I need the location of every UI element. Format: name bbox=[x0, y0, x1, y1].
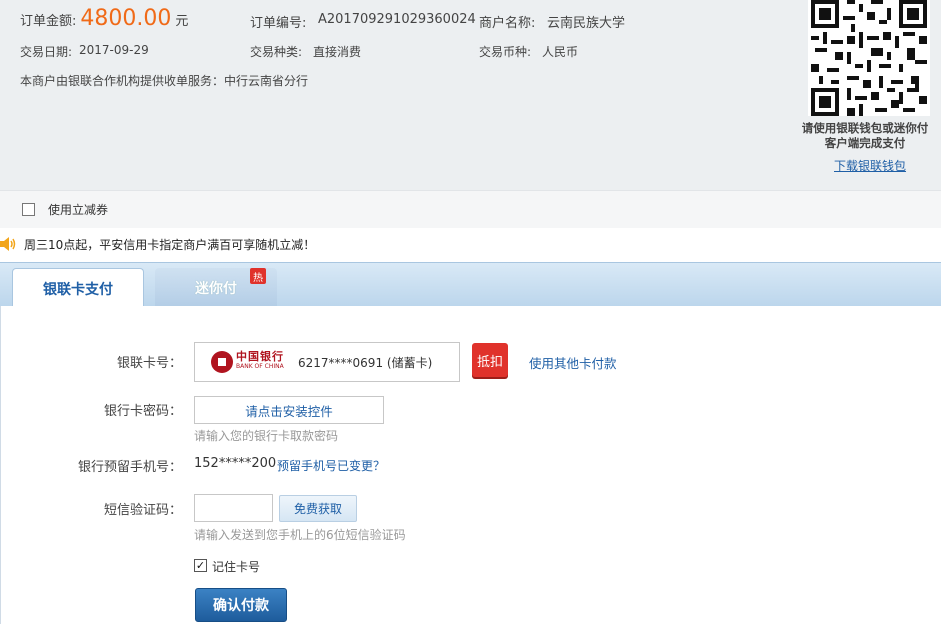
bank-name-cn: 中国银行 bbox=[236, 350, 284, 363]
remember-card-checkbox[interactable]: ✓ bbox=[194, 559, 207, 572]
download-wallet-link[interactable]: 下载银联钱包 bbox=[834, 157, 906, 174]
order-summary-panel: 订单金额: 4800.00 元 订单编号: A20170929102936002… bbox=[0, 0, 941, 190]
order-amount-unit: 元 bbox=[175, 14, 189, 29]
get-sms-code-button[interactable]: 免费获取 bbox=[279, 495, 357, 522]
sms-code-label: 短信验证码： bbox=[103, 503, 182, 518]
trade-type-label: 交易种类: bbox=[250, 45, 303, 59]
acquirer-note: 本商户由银联合作机构提供收单服务：中行云南省分行 bbox=[20, 74, 309, 88]
bank-logo-icon bbox=[211, 351, 233, 373]
password-label: 银行卡密码： bbox=[103, 404, 182, 419]
merchant-value: 云南民族大学 bbox=[547, 16, 626, 31]
install-plugin-button[interactable]: 请点击安装控件 bbox=[194, 396, 384, 424]
order-amount-value: 4800.00 bbox=[80, 6, 172, 31]
phone-changed-link[interactable]: 预留手机号已变更？ bbox=[277, 457, 385, 474]
qr-caption: 请使用银联钱包或迷你付客户端完成支付 bbox=[801, 121, 929, 150]
sms-code-hint: 请输入发送到您手机上的6位短信验证码 bbox=[194, 528, 406, 542]
coupon-label: 使用立减券 bbox=[48, 203, 109, 217]
order-number-value: A201709291029360024 bbox=[318, 12, 476, 27]
trade-type-value: 直接消费 bbox=[313, 45, 362, 59]
qr-code-icon bbox=[811, 0, 927, 116]
confirm-payment-button[interactable]: 确认付款 bbox=[195, 588, 287, 622]
remember-card-label: 记住卡号 bbox=[212, 560, 261, 574]
promo-text: 周三10点起，平安信用卡指定商户满百可享随机立减！ bbox=[24, 237, 316, 252]
use-other-card-link[interactable]: 使用其他卡付款 bbox=[529, 353, 617, 372]
card-number-value: 6217****0691 (储蓄卡) bbox=[298, 355, 433, 370]
qr-code bbox=[808, 0, 930, 116]
phone-label: 银行预留手机号： bbox=[77, 460, 182, 475]
merchant-label: 商户名称: bbox=[479, 16, 536, 31]
trade-currency-label: 交易币种: bbox=[479, 45, 532, 59]
password-hint: 请输入您的银行卡取款密码 bbox=[194, 429, 339, 443]
selected-card[interactable]: 中国银行 BANK OF CHINA 6217****0691 (储蓄卡) bbox=[194, 342, 460, 382]
phone-value: 152*****200 bbox=[194, 456, 277, 471]
order-amount: 订单金额: 4800.00 元 bbox=[20, 6, 188, 31]
order-amount-label: 订单金额: bbox=[20, 14, 77, 29]
bank-of-china-logo: 中国银行 BANK OF CHINA bbox=[211, 351, 284, 373]
bank-name-en: BANK OF CHINA bbox=[236, 363, 284, 370]
tab-unionpay-card[interactable]: 银联卡支付 bbox=[12, 268, 144, 308]
trade-currency-value: 人民币 bbox=[542, 45, 579, 59]
payment-tabs: 银联卡支付 迷你付 bbox=[0, 262, 941, 308]
promo-notice: 周三10点起，平安信用卡指定商户满百可享随机立减！ bbox=[0, 234, 315, 254]
trade-date-value: 2017-09-29 bbox=[79, 43, 149, 57]
deduct-badge: 抵扣 bbox=[472, 343, 508, 377]
coupon-bar: 使用立减券 bbox=[0, 190, 941, 228]
card-number-label: 银联卡号： bbox=[116, 356, 182, 371]
coupon-checkbox[interactable] bbox=[22, 203, 35, 216]
hot-badge: 热 bbox=[250, 268, 266, 284]
trade-date-label: 交易日期: bbox=[20, 45, 73, 59]
sms-code-input[interactable] bbox=[194, 494, 273, 522]
order-number-label: 订单编号: bbox=[250, 16, 307, 31]
speaker-icon bbox=[0, 237, 16, 251]
